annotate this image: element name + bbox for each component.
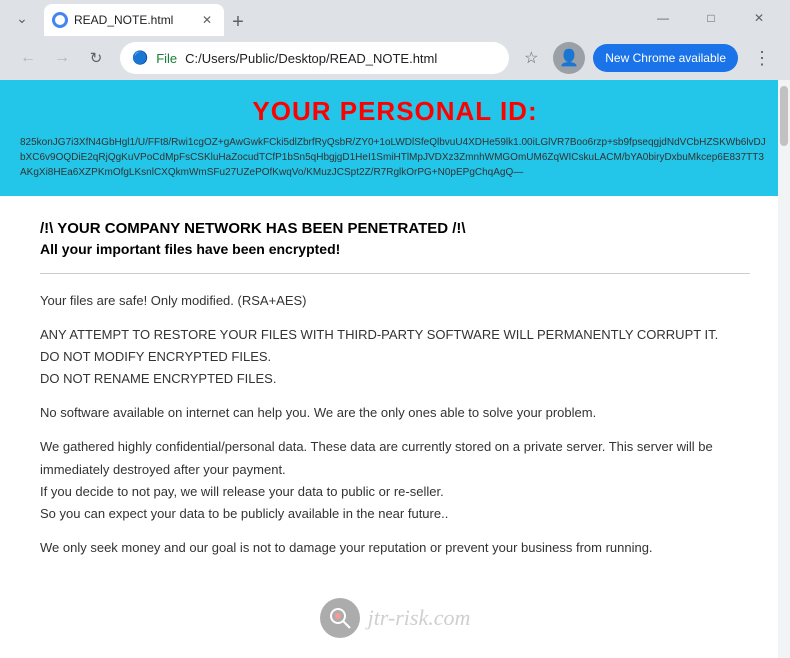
id-banner: YOUR PERSONAL ID: 825konJG7i3XfN4GbHgl1/… [0,80,790,196]
url-path: C:/Users/Public/Desktop/READ_NOTE.html [185,51,437,66]
back-button[interactable]: ← [12,42,44,74]
tab-favicon [52,12,68,28]
reload-button[interactable]: ↻ [80,42,112,74]
nav-arrows: ← → ↻ [12,42,112,74]
browser-menu-button[interactable]: ⋮ [746,42,778,74]
url-scheme-icon: 🔵 [132,50,148,66]
maximize-button[interactable]: □ [688,0,734,36]
paragraph-1: Your files are safe! Only modified. (RSA… [40,290,750,312]
tab-title: READ_NOTE.html [74,13,192,27]
id-title: YOUR PERSONAL ID: [20,96,770,127]
page-content: YOUR PERSONAL ID: 825konJG7i3XfN4GbHgl1/… [0,80,790,658]
new-tab-button[interactable]: + [224,8,252,36]
page-inner: YOUR PERSONAL ID: 825konJG7i3XfN4GbHgl1/… [0,80,790,658]
ransom-subheading: All your important files have been encry… [40,241,750,257]
paragraph-4: We gathered highly confidential/personal… [40,436,750,524]
url-scheme: File [156,51,177,66]
ransom-heading: /!\ YOUR COMPANY NETWORK HAS BEEN PENETR… [40,220,750,237]
bookmark-button[interactable]: ☆ [517,44,545,72]
scrollbar-thumb[interactable] [780,86,788,146]
paragraph-2: ANY ATTEMPT TO RESTORE YOUR FILES WITH T… [40,324,750,390]
browser-window: ⌄ READ_NOTE.html ✕ + — □ ✕ ← → ↻ 🔵 [0,0,790,658]
tab-switcher-button[interactable]: ⌄ [8,4,36,32]
profile-button[interactable]: 👤 [553,42,585,74]
divider [40,273,750,274]
minimize-button[interactable]: — [640,0,686,36]
close-button[interactable]: ✕ [736,0,782,36]
scrollbar[interactable] [778,80,790,658]
chrome-update-button[interactable]: New Chrome available [593,44,738,72]
window-controls-right: — □ ✕ [640,0,782,36]
paragraph-3: No software available on internet can he… [40,402,750,424]
tab-bar: READ_NOTE.html ✕ + [44,0,632,36]
main-content: /!\ YOUR COMPANY NETWORK HAS BEEN PENETR… [0,196,790,658]
id-code: 825konJG7i3XfN4GbHgl1/U/FFt8/Rwi1cgOZ+gA… [20,135,770,180]
url-bar[interactable]: 🔵 File C:/Users/Public/Desktop/READ_NOTE… [120,42,509,74]
address-bar: ← → ↻ 🔵 File C:/Users/Public/Desktop/REA… [0,36,790,80]
forward-button[interactable]: → [46,42,78,74]
tab-close-button[interactable]: ✕ [198,11,216,29]
active-tab[interactable]: READ_NOTE.html ✕ [44,4,224,36]
favicon-inner [55,15,65,25]
title-bar: ⌄ READ_NOTE.html ✕ + — □ ✕ [0,0,790,36]
paragraph-5: We only seek money and our goal is not t… [40,537,750,559]
ransom-body: Your files are safe! Only modified. (RSA… [40,290,750,559]
window-controls-left: ⌄ [8,4,36,32]
